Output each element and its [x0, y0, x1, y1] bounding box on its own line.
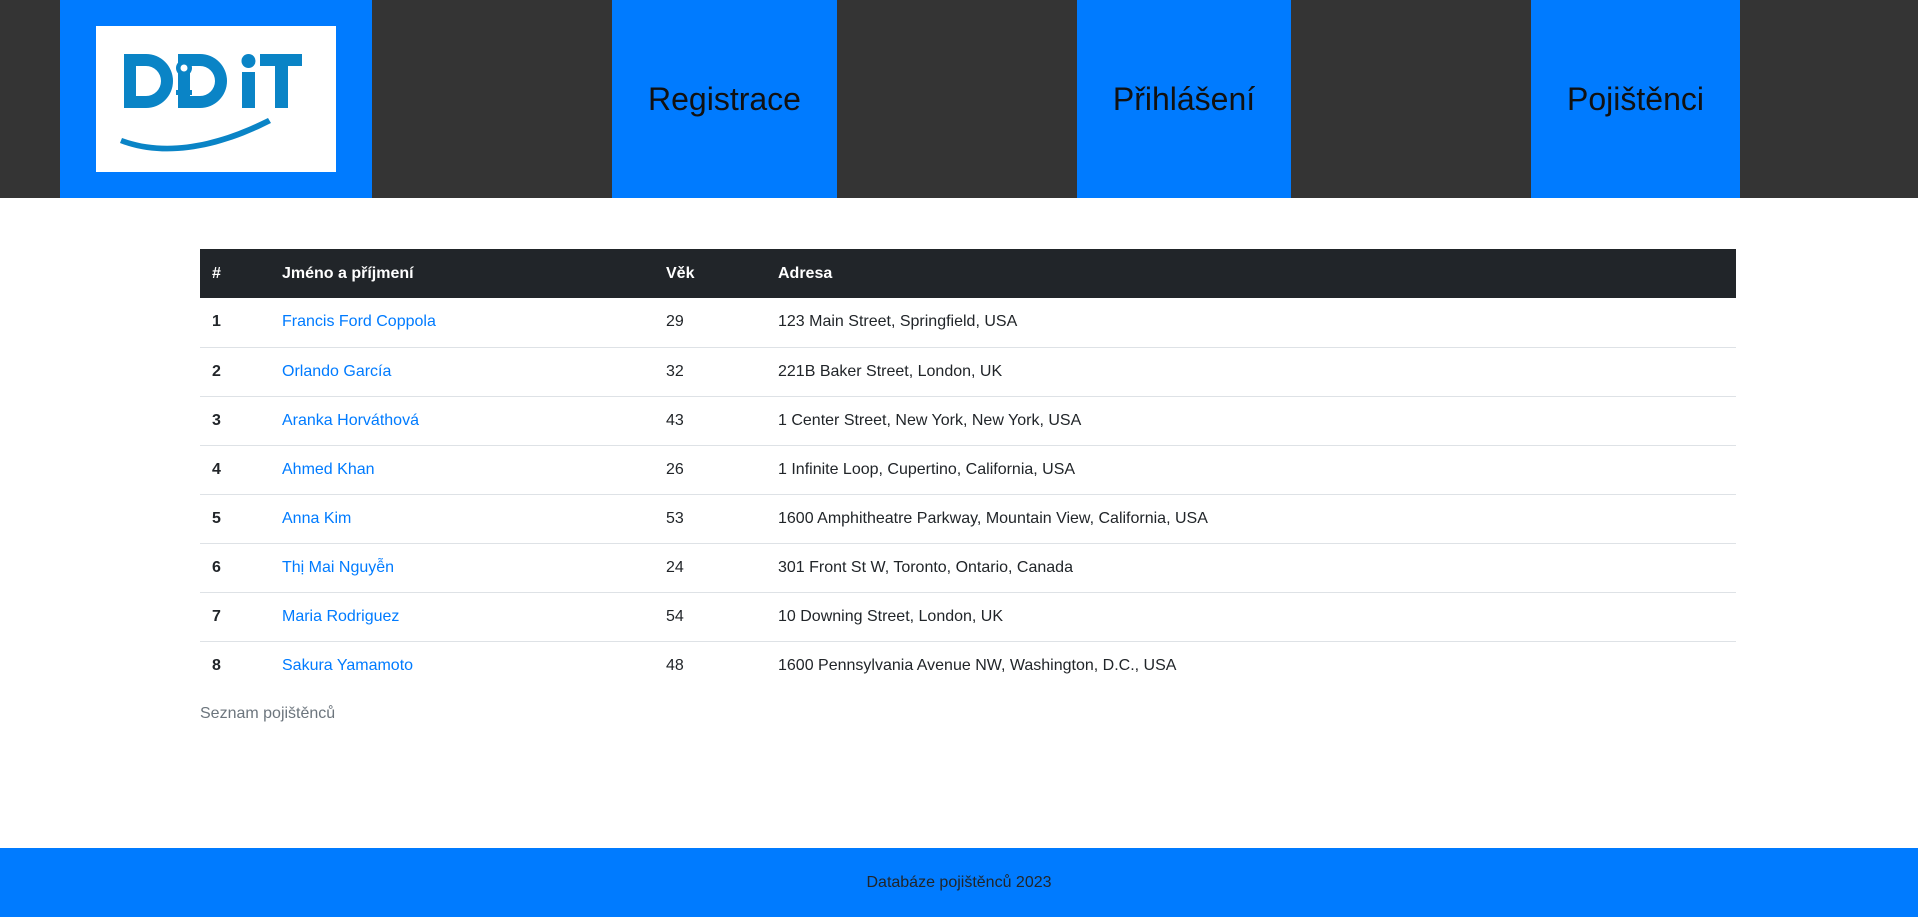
address-cell: 1 Infinite Loop, Cupertino, California, … — [766, 445, 1736, 495]
insured-name-link[interactable]: Aranka Horváthová — [282, 412, 419, 429]
table-body: 1 Francis Ford Coppola 29 123 Main Stree… — [200, 298, 1736, 690]
age-cell: 48 — [666, 656, 684, 674]
table-row: 1 Francis Ford Coppola 29 123 Main Stree… — [200, 298, 1736, 348]
insured-name-link[interactable]: Francis Ford Coppola — [282, 313, 436, 330]
nav-pojistenci-label: Pojištěnci — [1567, 80, 1704, 117]
table-row: 6 Thị Mai Nguyễn 24 301 Front St W, Toro… — [200, 543, 1736, 593]
insured-name-link[interactable]: Thị Mai Nguyễn — [282, 559, 394, 576]
address-cell: 123 Main Street, Springfield, USA — [766, 298, 1736, 348]
site-footer: Databáze pojištěnců 2023 — [0, 848, 1918, 917]
column-header-age: Věk — [666, 264, 695, 282]
row-number: 3 — [200, 396, 270, 446]
insured-table-container: # Jméno a příjmení Věk Adresa 1 Francis … — [200, 249, 1736, 690]
insured-name-link[interactable]: Sakura Yamamoto — [282, 657, 413, 674]
name-cell: Thị Mai Nguyễn — [270, 543, 654, 593]
table-caption: Seznam pojištěnců — [200, 705, 336, 722]
table-row: 8 Sakura Yamamoto 48 1600 Pennsylvania A… — [200, 641, 1736, 690]
table-header: # Jméno a příjmení Věk Adresa — [200, 249, 1736, 298]
age-cell: 43 — [654, 396, 766, 446]
table-row: 2 Orlando García 32 221B Baker Street, L… — [200, 347, 1736, 397]
nav-registrace-label: Registrace — [648, 80, 801, 117]
name-cell: Sakura Yamamoto — [270, 641, 654, 690]
insured-name-link[interactable]: Ahmed Khan — [282, 461, 375, 478]
nav-prihlaseni[interactable]: Přihlášení — [1077, 0, 1291, 198]
row-number: 6 — [200, 543, 270, 593]
row-number: 7 — [200, 592, 270, 642]
column-header-address: Adresa — [778, 264, 833, 282]
age-cell: 32 — [654, 347, 766, 397]
row-number: 2 — [200, 347, 270, 397]
address-cell: 301 Front St W, Toronto, Ontario, Canada — [766, 543, 1736, 593]
insured-name-link[interactable]: Maria Rodriguez — [282, 608, 399, 625]
footer-text: Databáze pojištěnců 2023 — [866, 873, 1052, 891]
table-header-row: # Jméno a příjmení Věk Adresa — [200, 249, 1736, 298]
logo[interactable] — [96, 26, 336, 172]
table-row: 7 Maria Rodriguez 54 10 Downing Street, … — [200, 592, 1736, 642]
address-cell: 1600 Amphitheatre Parkway, Mountain View… — [766, 494, 1736, 544]
insured-table: # Jméno a příjmení Věk Adresa 1 Francis … — [200, 249, 1736, 690]
row-number: 5 — [200, 494, 270, 544]
column-header-name: Jméno a příjmení — [282, 264, 414, 282]
address-cell: 1600 Pennsylvania Avenue NW, Washington,… — [778, 656, 1177, 674]
address-cell: 10 Downing Street, London, UK — [766, 592, 1736, 642]
address-cell: 1 Center Street, New York, New York, USA — [766, 396, 1736, 446]
logo-block[interactable] — [60, 0, 372, 198]
column-header-number: # — [212, 264, 221, 282]
name-cell: Anna Kim — [270, 494, 654, 544]
table-row: 5 Anna Kim 53 1600 Amphitheatre Parkway,… — [200, 494, 1736, 544]
table-row: 3 Aranka Horváthová 43 1 Center Street, … — [200, 396, 1736, 446]
age-cell: 29 — [654, 298, 766, 348]
name-cell: Ahmed Khan — [270, 445, 654, 495]
site-header: Registrace Přihlášení Pojištěnci — [0, 0, 1918, 198]
name-cell: Maria Rodriguez — [270, 592, 654, 642]
row-number: 4 — [200, 445, 270, 495]
nav-registrace[interactable]: Registrace — [612, 0, 837, 198]
insured-name-link[interactable]: Orlando García — [282, 363, 391, 380]
age-cell: 24 — [654, 543, 766, 593]
row-number: 8 — [212, 656, 221, 674]
name-cell: Aranka Horváthová — [270, 396, 654, 446]
name-cell: Orlando García — [270, 347, 654, 397]
insured-name-link[interactable]: Anna Kim — [282, 510, 351, 527]
row-number: 1 — [200, 298, 270, 348]
age-cell: 54 — [654, 592, 766, 642]
age-cell: 53 — [654, 494, 766, 544]
table-row: 4 Ahmed Khan 26 1 Infinite Loop, Cuperti… — [200, 445, 1736, 495]
ddit-logo-icon — [120, 54, 302, 152]
name-cell: Francis Ford Coppola — [270, 298, 654, 348]
age-cell: 26 — [654, 445, 766, 495]
nav-pojistenci[interactable]: Pojištěnci — [1531, 0, 1740, 198]
nav-prihlaseni-label: Přihlášení — [1112, 80, 1256, 117]
address-cell: 221B Baker Street, London, UK — [766, 347, 1736, 397]
